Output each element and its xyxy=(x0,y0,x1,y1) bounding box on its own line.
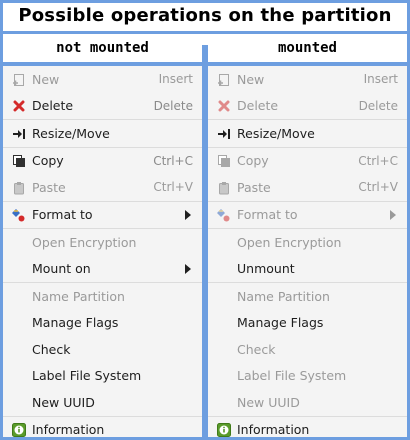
menu-item-label-file-system[interactable]: Label File System xyxy=(3,363,202,390)
menu-item-label: New xyxy=(32,71,60,87)
menu-item-new-uuid[interactable]: New UUID xyxy=(208,389,407,416)
menu-item-unmount[interactable]: Unmount xyxy=(208,256,407,283)
paste-icon xyxy=(216,180,231,195)
menu-item-label: Information xyxy=(237,422,310,438)
menu-item-shortcut: Insert xyxy=(158,72,193,87)
menu-item-copy[interactable]: Copy Ctrl+C xyxy=(3,148,202,175)
menu-item-label: Unmount xyxy=(237,261,295,277)
menu-item-label: Resize/Move xyxy=(237,125,315,141)
menu-item-label: Manage Flags xyxy=(32,315,119,331)
menu-item-label: Check xyxy=(32,341,71,357)
menu-item-shortcut: Delete xyxy=(358,98,398,113)
menu-item-delete[interactable]: Delete Delete xyxy=(3,93,202,120)
menu-item-check[interactable]: Check xyxy=(208,336,407,363)
column-heading-mounted: mounted xyxy=(277,40,337,56)
copy-icon xyxy=(11,154,26,169)
menu-item-label: Label File System xyxy=(237,368,347,384)
menu-item-label: Check xyxy=(237,341,276,357)
menu-item-copy[interactable]: Copy Ctrl+C xyxy=(208,148,407,175)
menu-item-label: Open Encryption xyxy=(237,234,342,250)
menu-item-paste[interactable]: Paste Ctrl+V xyxy=(208,174,407,201)
menu-item-label: Delete xyxy=(237,98,279,114)
context-menu-mounted: New Insert Delete Delete Resize/Move Cop… xyxy=(208,66,407,437)
menu-item-manage-flags[interactable]: Manage Flags xyxy=(208,310,407,337)
menu-item-shortcut: Delete xyxy=(153,98,193,113)
menu-item-delete[interactable]: Delete Delete xyxy=(208,93,407,120)
menu-item-label: Format to xyxy=(32,207,93,223)
menu-item-label-file-system[interactable]: Label File System xyxy=(208,363,407,390)
menu-item-shortcut: Ctrl+C xyxy=(153,153,193,168)
menu-item-label: New xyxy=(237,71,265,87)
menu-item-new[interactable]: New Insert xyxy=(3,66,202,93)
menu-item-label: Open Encryption xyxy=(32,234,137,250)
menu-item-label: Mount on xyxy=(32,261,91,277)
menu-item-label: Paste xyxy=(32,179,66,195)
format-icon xyxy=(11,208,26,223)
page-title: Possible operations on the partition xyxy=(18,5,392,26)
menu-item-label: Information xyxy=(32,422,105,438)
submenu-arrow-icon xyxy=(185,263,191,274)
copy-icon xyxy=(216,154,231,169)
menu-item-paste[interactable]: Paste Ctrl+V xyxy=(3,174,202,201)
menu-item-label: Label File System xyxy=(32,368,142,384)
info-icon xyxy=(11,423,26,438)
menu-item-label: New UUID xyxy=(32,394,95,410)
menu-item-mount-on[interactable]: Mount on xyxy=(3,256,202,283)
menu-item-format-to[interactable]: Format to xyxy=(208,202,407,229)
menu-item-new[interactable]: New Insert xyxy=(208,66,407,93)
resize-arrow-icon xyxy=(11,126,26,141)
menu-item-label: Format to xyxy=(237,207,298,223)
menu-item-shortcut: Insert xyxy=(363,72,398,87)
menu-item-label: Copy xyxy=(237,153,269,169)
menu-item-shortcut: Ctrl+V xyxy=(358,180,398,195)
menu-item-label: Delete xyxy=(32,98,74,114)
menu-item-resize-move[interactable]: Resize/Move xyxy=(208,120,407,147)
menu-item-name-partition[interactable]: Name Partition xyxy=(3,283,202,310)
resize-arrow-icon xyxy=(216,126,231,141)
delete-x-icon xyxy=(216,99,231,114)
menu-item-open-encryption[interactable]: Open Encryption xyxy=(208,229,407,256)
info-icon xyxy=(216,423,231,438)
menu-item-format-to[interactable]: Format to xyxy=(3,202,202,229)
delete-x-icon xyxy=(11,99,26,114)
submenu-arrow-icon xyxy=(390,209,396,220)
menu-item-check[interactable]: Check xyxy=(3,336,202,363)
menu-item-label: Copy xyxy=(32,153,64,169)
menu-item-label: Name Partition xyxy=(32,288,125,304)
menu-item-shortcut: Ctrl+V xyxy=(153,180,193,195)
format-icon xyxy=(216,208,231,223)
menu-item-label: Manage Flags xyxy=(237,315,324,331)
new-document-icon xyxy=(216,72,231,87)
new-document-icon xyxy=(11,72,26,87)
header-divider xyxy=(0,31,410,34)
submenu-arrow-icon xyxy=(185,209,191,220)
menu-item-label: New UUID xyxy=(237,394,300,410)
menu-item-information[interactable]: Information xyxy=(3,417,202,440)
menu-item-manage-flags[interactable]: Manage Flags xyxy=(3,310,202,337)
paste-icon xyxy=(11,180,26,195)
column-heading-not-mounted: not mounted xyxy=(56,40,149,56)
menu-item-new-uuid[interactable]: New UUID xyxy=(3,389,202,416)
menu-item-resize-move[interactable]: Resize/Move xyxy=(3,120,202,147)
menu-item-information[interactable]: Information xyxy=(208,417,407,440)
context-menu-not-mounted: New Insert Delete Delete Resize/Move Cop… xyxy=(3,66,202,437)
menu-item-label: Resize/Move xyxy=(32,125,110,141)
menu-item-open-encryption[interactable]: Open Encryption xyxy=(3,229,202,256)
menu-item-label: Paste xyxy=(237,179,271,195)
menu-item-name-partition[interactable]: Name Partition xyxy=(208,283,407,310)
menu-item-label: Name Partition xyxy=(237,288,330,304)
menu-item-shortcut: Ctrl+C xyxy=(358,153,398,168)
